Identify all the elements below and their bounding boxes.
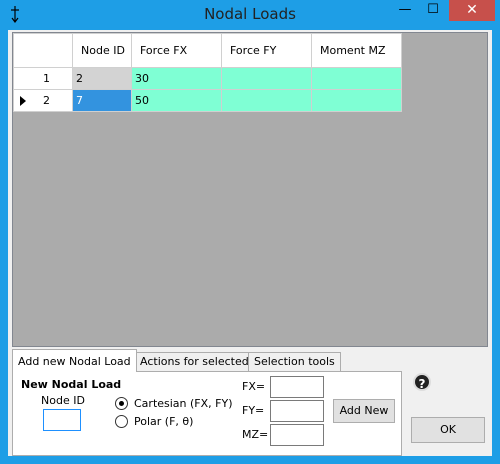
nodal-loads-window: Nodal Loads — ☐ ✕ Node ID Force FX Force…: [0, 0, 500, 464]
table-row[interactable]: 2 7 50: [13, 89, 402, 112]
group-title: New Nodal Load: [21, 378, 122, 391]
close-button[interactable]: ✕: [449, 0, 495, 21]
mz-input[interactable]: [270, 424, 324, 446]
tab-add-new-nodal-load[interactable]: Add new Nodal Load: [12, 349, 137, 372]
cartesian-radio[interactable]: [115, 397, 128, 410]
cartesian-label[interactable]: Cartesian (FX, FY): [134, 397, 233, 410]
ok-button[interactable]: OK: [411, 417, 485, 443]
minimize-icon: —: [398, 2, 412, 17]
fy-label: FY=: [242, 404, 265, 417]
loads-table: Node ID Force FX Force FY Moment MZ 1 2 …: [13, 33, 402, 112]
column-header-force-fx[interactable]: Force FX: [131, 33, 222, 68]
add-new-panel: New Nodal Load Node ID Cartesian (FX, FY…: [12, 371, 402, 456]
table-row[interactable]: 1 2 30: [13, 67, 402, 90]
cell-force-fy[interactable]: [221, 89, 312, 112]
cell-force-fy[interactable]: [221, 67, 312, 90]
maximize-icon: ☐: [427, 2, 439, 17]
polar-label[interactable]: Polar (F, θ): [134, 415, 193, 428]
cell-force-fx[interactable]: 50: [131, 89, 222, 112]
row-header[interactable]: 1: [13, 67, 73, 90]
cell-force-fx[interactable]: 30: [131, 67, 222, 90]
row-header-corner[interactable]: [13, 33, 73, 68]
fx-input[interactable]: [270, 376, 324, 398]
close-icon: ✕: [466, 2, 478, 18]
row-number: 1: [43, 72, 50, 85]
fy-input[interactable]: [270, 400, 324, 422]
minimize-button[interactable]: —: [392, 0, 418, 21]
row-number: 2: [43, 94, 50, 107]
column-header-node-id[interactable]: Node ID: [72, 33, 132, 68]
node-id-label: Node ID: [41, 394, 85, 407]
client-area: Node ID Force FX Force FY Moment MZ 1 2 …: [8, 30, 492, 456]
cell-node-id[interactable]: 7: [72, 89, 132, 112]
help-icon[interactable]: ?: [413, 373, 431, 391]
title-bar[interactable]: Nodal Loads — ☐ ✕: [0, 0, 500, 30]
cell-moment-mz[interactable]: [311, 67, 402, 90]
tab-actions-for-selected[interactable]: Actions for selected: [134, 352, 255, 371]
cell-moment-mz[interactable]: [311, 89, 402, 112]
maximize-button[interactable]: ☐: [420, 0, 446, 21]
fx-label: FX=: [242, 380, 266, 393]
polar-radio[interactable]: [115, 415, 128, 428]
mz-label: MZ=: [242, 428, 269, 441]
add-new-button[interactable]: Add New: [333, 399, 395, 423]
row-header[interactable]: 2: [13, 89, 73, 112]
tab-selection-tools[interactable]: Selection tools: [248, 352, 341, 371]
column-header-moment-mz[interactable]: Moment MZ: [311, 33, 402, 68]
column-header-force-fy[interactable]: Force FY: [221, 33, 312, 68]
node-id-input[interactable]: [43, 409, 81, 431]
current-row-arrow-icon: [20, 96, 26, 106]
grid-header-row: Node ID Force FX Force FY Moment MZ: [13, 33, 402, 68]
loads-grid[interactable]: Node ID Force FX Force FY Moment MZ 1 2 …: [12, 32, 488, 347]
cell-node-id[interactable]: 2: [72, 67, 132, 90]
